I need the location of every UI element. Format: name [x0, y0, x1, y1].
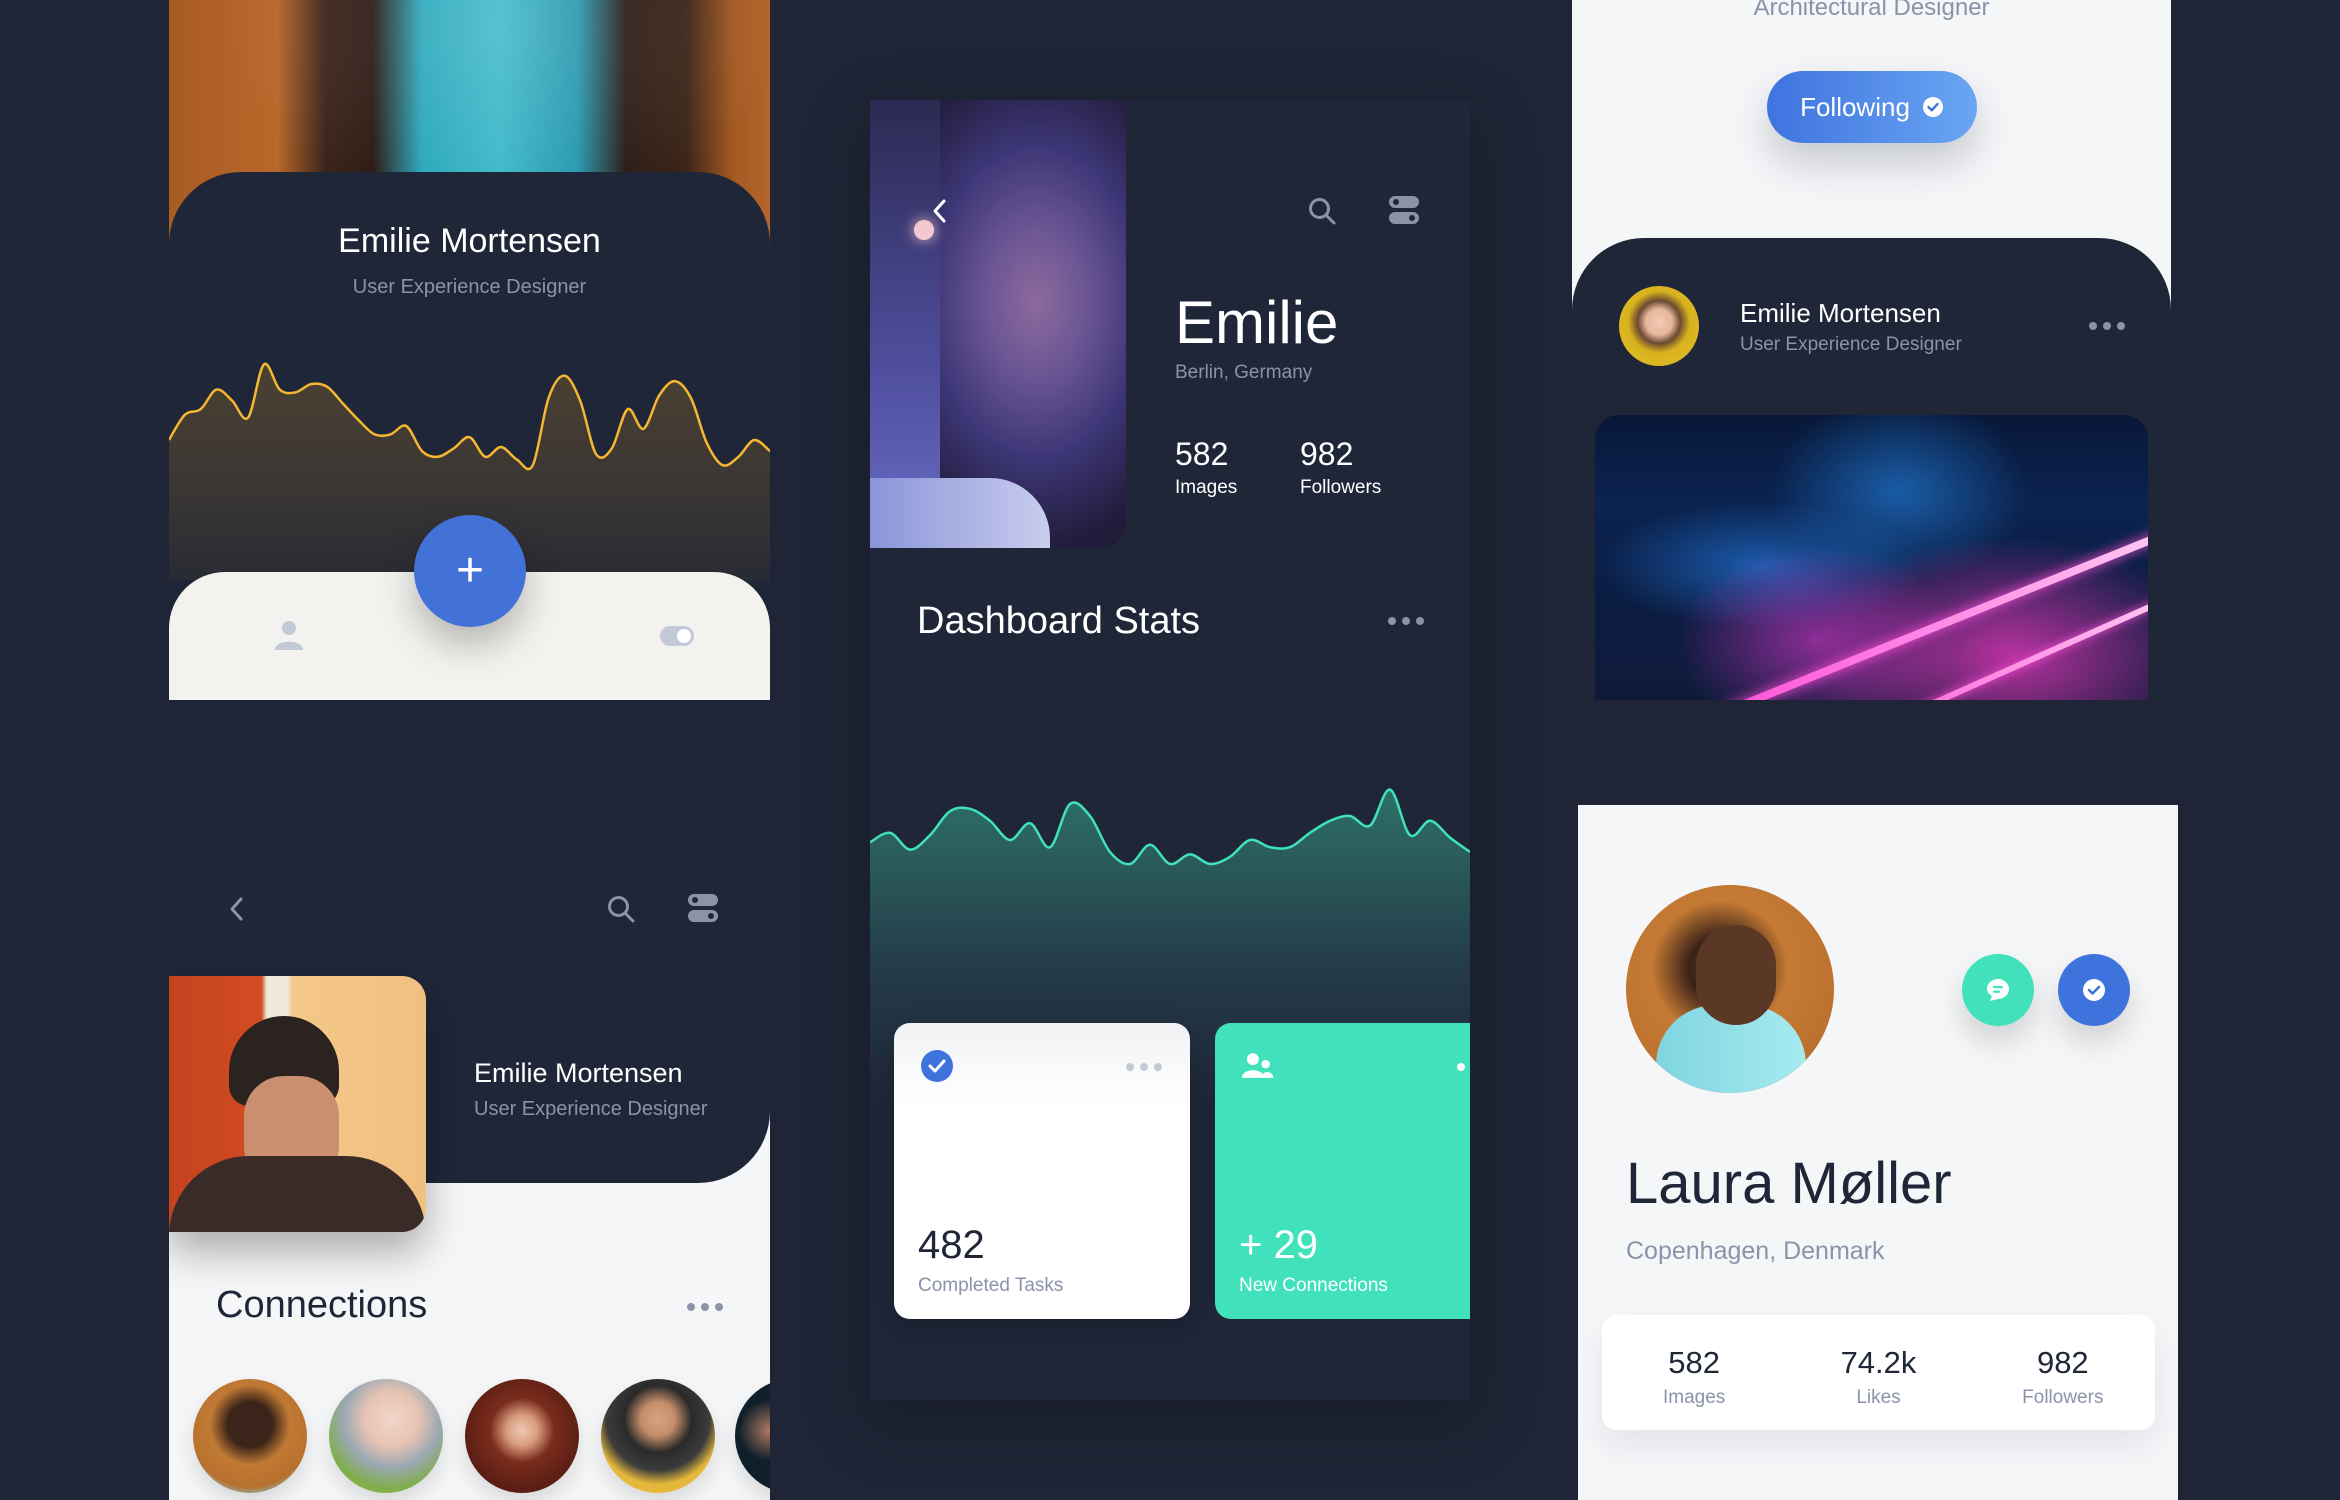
completed-tasks-tile[interactable]: 482 Completed Tasks [894, 1023, 1190, 1319]
stat-label: Followers [1300, 477, 1382, 498]
plus-icon: + [455, 544, 485, 597]
users-icon [1241, 1053, 1274, 1078]
more-icon[interactable] [1388, 617, 1424, 625]
post-image[interactable] [1595, 415, 2148, 700]
profile-name: Laura Møller [1626, 1151, 1952, 1216]
tile-label: New Connections [1239, 1275, 1388, 1296]
stat-label: Images [1663, 1387, 1726, 1408]
laura-profile-card: Laura Møller Copenhagen, Denmark 582 Ima… [1578, 805, 2178, 1500]
profile-location: Berlin, Germany [1175, 362, 1313, 383]
add-button[interactable]: + [414, 515, 526, 627]
settings-toggle-icon[interactable] [687, 892, 719, 924]
connection-avatar[interactable] [193, 1379, 307, 1493]
profile-name: Emilie Mortensen [474, 1058, 683, 1088]
following-card: Architectural Designer Following Emilie … [1572, 0, 2171, 700]
search-icon[interactable] [1307, 196, 1337, 226]
chat-bubble-icon [1987, 979, 2009, 1001]
post-author-name: Emilie Mortensen [1740, 298, 1941, 328]
connection-avatar[interactable] [735, 1379, 770, 1493]
connections-card: Emilie Mortensen User Experience Designe… [169, 800, 770, 1500]
profile-role: User Experience Designer [474, 1098, 708, 1120]
connection-avatar[interactable] [329, 1379, 443, 1493]
back-chevron-icon[interactable] [227, 896, 245, 922]
back-chevron-icon[interactable] [930, 198, 948, 224]
post-author-role: User Experience Designer [1740, 334, 1962, 355]
more-icon[interactable] [1457, 1063, 1470, 1071]
more-icon[interactable] [1126, 1063, 1162, 1071]
new-connections-tile[interactable]: + 29 New Connections [1215, 1023, 1470, 1319]
profile-role: User Experience Designer [352, 276, 587, 298]
profile-stats: 582 Images 74.2k Likes 982 Followers [1602, 1315, 2155, 1430]
profile-name: Emilie Mortensen [338, 222, 601, 260]
more-icon[interactable] [2089, 322, 2125, 330]
avatar[interactable] [1626, 885, 1834, 1093]
toggle-icon[interactable] [660, 626, 694, 646]
following-label: Following [1800, 91, 1910, 122]
profile-photo [870, 100, 1126, 548]
profile-location: Copenhagen, Denmark [1626, 1237, 1885, 1265]
stat-likes: 74.2k Likes [1786, 1315, 1970, 1430]
following-button[interactable]: Following [1767, 71, 1977, 143]
avatar[interactable] [1619, 286, 1699, 366]
stat-value: 982 [1300, 436, 1354, 472]
follow-check-button[interactable] [2058, 954, 2130, 1026]
stat-images: 582 Images [1175, 436, 1237, 499]
stat-followers: 982 Followers [1300, 436, 1381, 499]
connection-avatar[interactable] [465, 1379, 579, 1493]
connection-avatar[interactable] [601, 1379, 715, 1493]
section-title: Connections [216, 1284, 428, 1326]
settings-toggle-icon[interactable] [1388, 194, 1420, 226]
check-circle-icon [1922, 97, 1943, 117]
tile-label: Completed Tasks [918, 1275, 1064, 1296]
stat-images: 582 Images [1602, 1315, 1786, 1430]
stat-label: Likes [1856, 1387, 1901, 1408]
profile-photo [169, 976, 426, 1232]
tile-value: + 29 [1239, 1223, 1318, 1267]
profile-first-name: Emilie [1175, 289, 1339, 356]
stat-value: 74.2k [1840, 1345, 1917, 1380]
stat-label: Images [1175, 477, 1238, 498]
check-circle-icon [921, 1050, 953, 1082]
stat-label: Followers [2022, 1387, 2104, 1408]
profile-role-top: Architectural Designer [1753, 0, 1990, 21]
search-icon[interactable] [606, 894, 636, 924]
stat-value: 582 [1668, 1345, 1721, 1380]
stat-value: 982 [2036, 1345, 2089, 1380]
more-icon[interactable] [687, 1303, 723, 1311]
check-circle-icon [2083, 979, 2105, 1001]
message-button[interactable] [1962, 954, 2034, 1026]
section-title: Dashboard Stats [917, 600, 1201, 642]
stat-followers: 982 Followers [1971, 1315, 2155, 1430]
stat-value: 582 [1175, 436, 1229, 472]
user-icon[interactable] [274, 619, 304, 651]
tile-value: 482 [918, 1223, 985, 1267]
profile-chart-card: Emilie Mortensen User Experience Designe… [169, 0, 770, 700]
dashboard-card: Emilie Berlin, Germany 582 Images 982 Fo… [870, 100, 1470, 1400]
